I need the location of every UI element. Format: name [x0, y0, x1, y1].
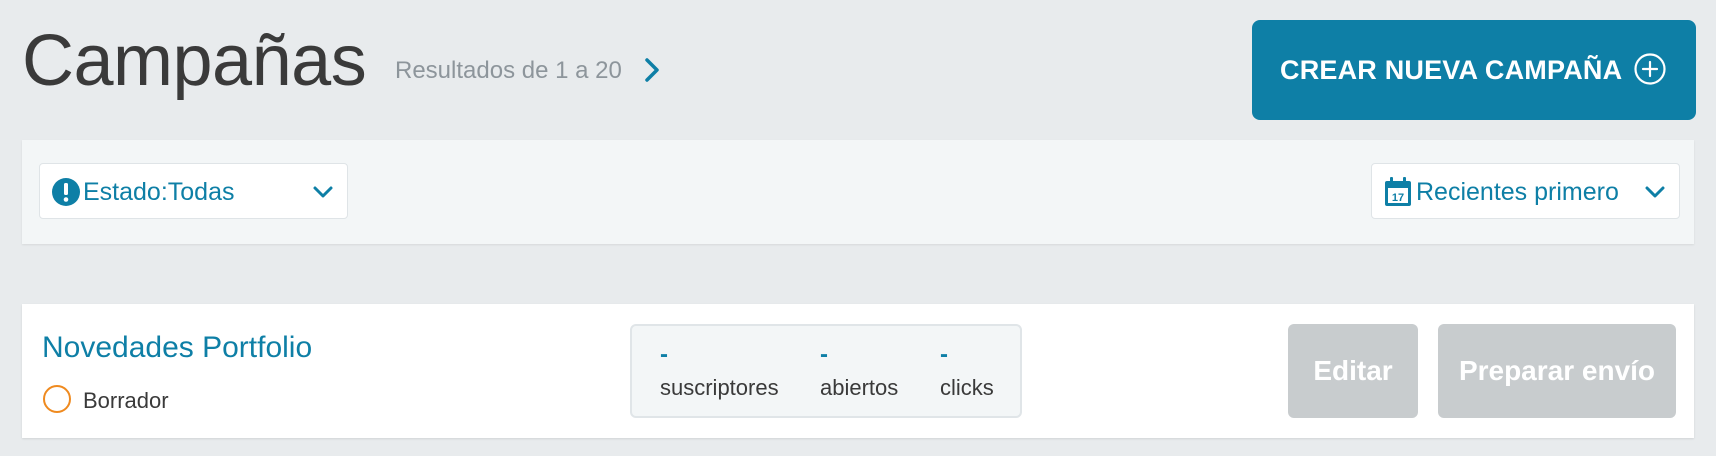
- stat-opens: - abiertos: [820, 342, 898, 402]
- stat-clicks-label: clicks: [940, 375, 994, 400]
- status-filter-label: Estado:Todas: [83, 178, 235, 206]
- campaign-card: Novedades Portfolio Borrador - suscripto…: [22, 304, 1694, 438]
- sort-order-select[interactable]: 17 Recientes primero: [1371, 163, 1680, 219]
- campaign-stats-box: - suscriptores - abiertos - clicks: [630, 324, 1022, 418]
- chevron-down-icon: [1645, 186, 1665, 198]
- campaigns-page: Campañas Resultados de 1 a 20 CREAR NUEV…: [0, 0, 1716, 456]
- next-page-button[interactable]: [634, 52, 670, 88]
- status-filter-select[interactable]: Estado:Todas: [39, 163, 348, 219]
- page-title: Campañas: [22, 21, 367, 101]
- plus-circle-icon: [1634, 53, 1666, 85]
- create-campaign-label: CREAR NUEVA CAMPAÑA: [1280, 55, 1623, 85]
- edit-button[interactable]: Editar: [1288, 324, 1418, 418]
- sort-order-label: Recientes primero: [1416, 178, 1619, 206]
- stat-opens-label: abiertos: [820, 375, 899, 400]
- stat-clicks: - clicks: [940, 342, 994, 402]
- stat-subscribers-value: -: [660, 341, 668, 368]
- prepare-send-button[interactable]: Preparar envío: [1438, 324, 1676, 418]
- stat-clicks-value: -: [940, 341, 948, 368]
- stat-subscribers: - suscriptores: [660, 342, 779, 402]
- stat-opens-value: -: [820, 341, 828, 368]
- campaign-status: Borrador: [83, 388, 169, 413]
- results-count: Resultados de 1 a 20: [395, 57, 622, 84]
- calendar-icon: 17: [1385, 177, 1411, 206]
- create-campaign-button[interactable]: CREAR NUEVA CAMPAÑA: [1252, 20, 1696, 120]
- campaign-name-link[interactable]: Novedades Portfolio: [42, 330, 312, 366]
- filter-bar: Estado:Todas 17 Recientes primero: [22, 140, 1694, 244]
- chevron-right-icon: [645, 58, 659, 82]
- stat-subscribers-label: suscriptores: [660, 375, 779, 400]
- chevron-down-icon: [313, 186, 333, 198]
- calendar-day-number: 17: [1392, 192, 1404, 204]
- exclamation-circle-icon: [52, 178, 80, 206]
- draft-status-icon: [43, 385, 71, 413]
